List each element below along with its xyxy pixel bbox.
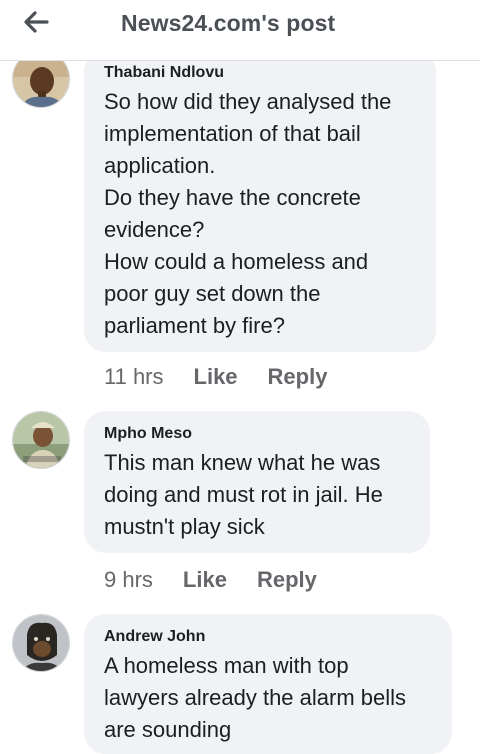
avatar[interactable] [12, 411, 70, 469]
comment-bubble: Thabani Ndlovu So how did they analysed … [84, 50, 436, 352]
reply-button[interactable]: Reply [268, 364, 328, 390]
reply-button[interactable]: Reply [257, 567, 317, 593]
page-title: News24.com's post [121, 10, 336, 36]
comment-bubble: Mpho Meso This man knew what he was doin… [84, 411, 430, 553]
post-header: News24.com's post [0, 0, 480, 61]
comment-text: So how did they analysed the implementat… [104, 89, 392, 338]
arrow-left-icon [24, 11, 49, 33]
avatar[interactable] [12, 614, 70, 672]
comment-timestamp[interactable]: 11 hrs [104, 364, 164, 390]
like-button[interactable]: Like [194, 364, 238, 390]
comment-author[interactable]: Andrew John [104, 628, 205, 646]
comment-timestamp[interactable]: 9 hrs [104, 567, 153, 593]
like-button[interactable]: Like [183, 567, 227, 593]
comment-author[interactable]: Mpho Meso [104, 425, 192, 443]
comment-actions: 9 hrs Like Reply [104, 565, 347, 595]
comment-author[interactable]: Thabani Ndlovu [104, 64, 224, 82]
comment-actions: 11 hrs Like Reply [104, 362, 357, 392]
comment-text: This man knew what he was doing and must… [104, 450, 383, 539]
comment-text: A homeless man with top lawyers already … [104, 653, 407, 742]
back-button[interactable] [18, 6, 54, 38]
comment-bubble: Andrew John A homeless man with top lawy… [84, 614, 452, 754]
